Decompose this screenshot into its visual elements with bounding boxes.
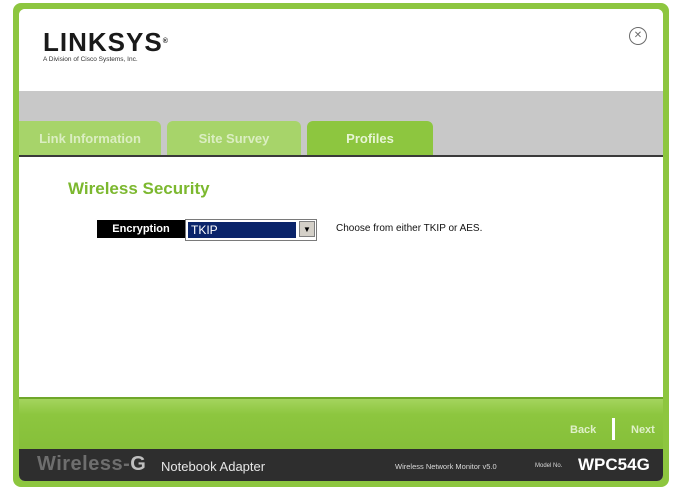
close-icon[interactable]: ✕ xyxy=(629,27,647,45)
main-content: Wireless Security Encryption TKIP ▼ Choo… xyxy=(19,157,663,397)
nav-separator xyxy=(612,418,615,440)
chevron-down-icon[interactable]: ▼ xyxy=(299,221,315,237)
product-name: Notebook Adapter xyxy=(161,459,266,474)
header: LINKSYS® A Division of Cisco Systems, In… xyxy=(19,9,663,91)
tab-profiles[interactable]: Profiles xyxy=(307,121,433,155)
logo-subtitle: A Division of Cisco Systems, Inc. xyxy=(43,56,138,63)
tab-link-information[interactable]: Link Information xyxy=(19,121,161,155)
model-number: WPC54G xyxy=(578,455,650,474)
footer: Wireless-G Notebook Adapter Wireless Net… xyxy=(19,449,663,481)
logo-registered-mark: ® xyxy=(162,38,169,45)
brand-g: G xyxy=(130,453,147,475)
linksys-logo: LINKSYS® A Division of Cisco Systems, In… xyxy=(43,29,169,63)
next-button[interactable]: Next xyxy=(631,424,655,436)
navigation-bar: Back Next xyxy=(19,397,663,451)
model-label: Model No. xyxy=(535,463,563,469)
product-brand: Wireless-G xyxy=(37,453,146,476)
tab-site-survey[interactable]: Site Survey xyxy=(167,121,301,155)
page-title: Wireless Security xyxy=(68,179,210,198)
monitor-version: Wireless Network Monitor v5.0 xyxy=(395,462,497,471)
window-body: LINKSYS® A Division of Cisco Systems, In… xyxy=(19,9,663,481)
back-button[interactable]: Back xyxy=(570,424,596,436)
window-frame: LINKSYS® A Division of Cisco Systems, In… xyxy=(13,3,669,487)
tab-bar: Link Information Site Survey Profiles xyxy=(19,91,663,155)
encryption-label: Encryption xyxy=(97,220,185,238)
encryption-help-text: Choose from either TKIP or AES. xyxy=(336,223,483,234)
encryption-select[interactable]: TKIP ▼ xyxy=(185,219,317,241)
brand-wireless: Wireless- xyxy=(37,453,131,475)
logo-word: LINKSYS xyxy=(43,27,163,57)
encryption-selected-value: TKIP xyxy=(188,222,296,238)
